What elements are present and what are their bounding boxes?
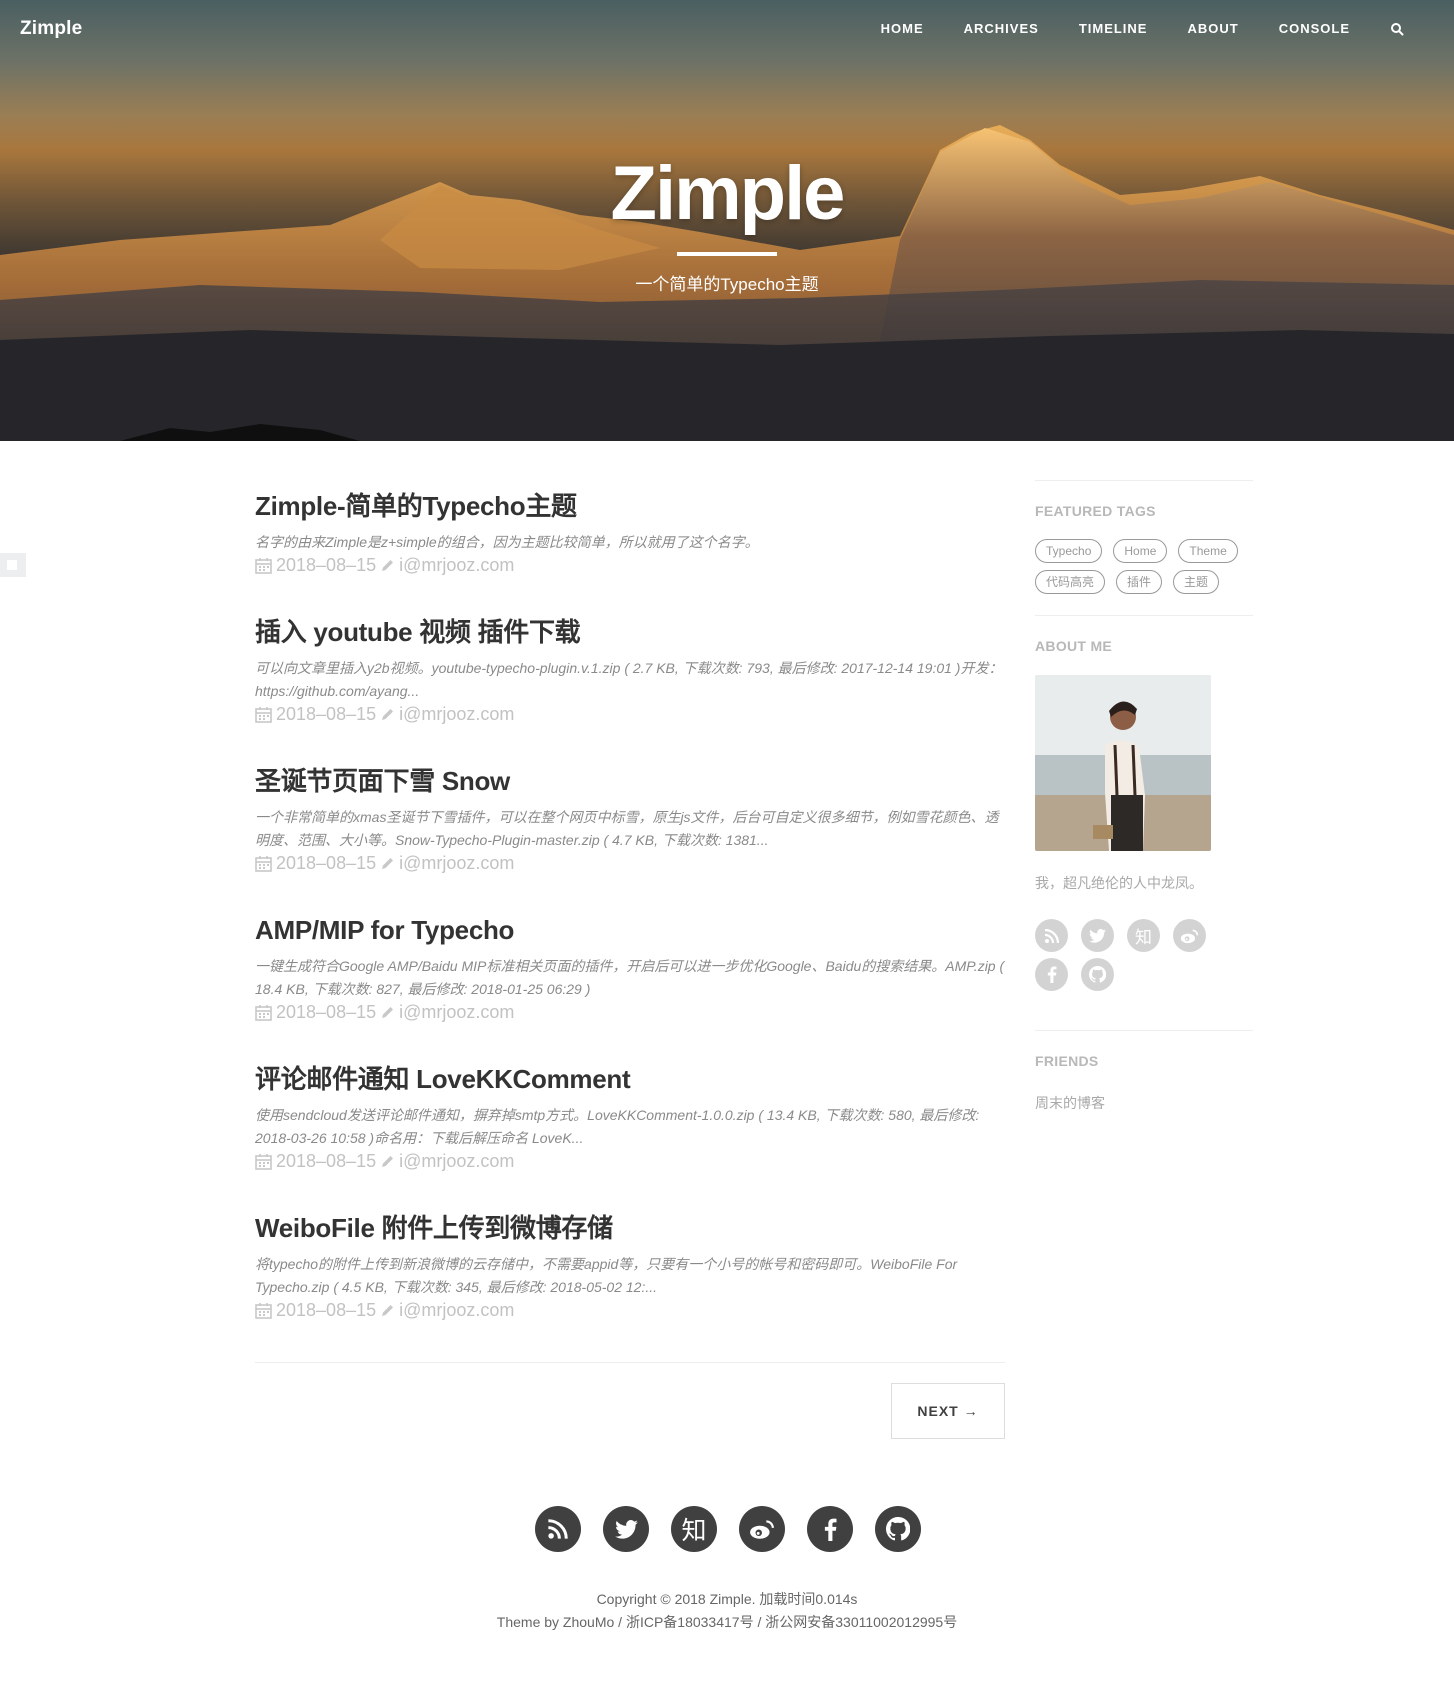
- featured-tags-heading: FEATURED TAGS: [1035, 503, 1156, 519]
- calendar-icon: [255, 1154, 272, 1170]
- facebook-icon[interactable]: [1035, 958, 1068, 991]
- pencil-icon: [382, 560, 394, 571]
- calendar-icon: [255, 1303, 272, 1319]
- post-meta: 2018–08–15 i@mrjooz.com: [255, 704, 1005, 725]
- rss-icon[interactable]: [535, 1506, 581, 1552]
- facebook-icon[interactable]: [807, 1506, 853, 1552]
- pencil-icon: [382, 1156, 394, 1167]
- calendar-icon: [255, 558, 272, 574]
- sidebar: FEATURED TAGS Typecho Home Theme 代码高亮 插件…: [1035, 480, 1253, 1113]
- about-avatar: [1035, 675, 1211, 851]
- post-meta: 2018–08–15 i@mrjooz.com: [255, 853, 1005, 874]
- post-date: 2018–08–15: [276, 1151, 377, 1171]
- post-author[interactable]: i@mrjooz.com: [399, 555, 514, 576]
- tag-home[interactable]: Home: [1113, 539, 1168, 563]
- tag-plugin[interactable]: 插件: [1116, 570, 1163, 594]
- post-item: 圣诞节页面下雪 Snow 一个非常简单的xmas圣诞节下雪插件，可以在整个网页中…: [255, 765, 1005, 874]
- sidebar-divider: [1035, 480, 1253, 481]
- nav-home[interactable]: HOME: [881, 21, 924, 36]
- calendar-icon: [255, 1005, 272, 1021]
- zhihu-icon[interactable]: 知: [1127, 919, 1160, 952]
- post-date: 2018–08–15: [276, 555, 377, 575]
- pencil-icon: [382, 858, 394, 869]
- list-divider: [255, 1362, 1005, 1363]
- tag-typecho[interactable]: Typecho: [1035, 539, 1103, 563]
- hero-title: Zimple: [610, 151, 846, 236]
- next-page-button[interactable]: NEXT →: [891, 1383, 1005, 1439]
- twitter-icon[interactable]: [1081, 919, 1114, 952]
- post-author[interactable]: i@mrjooz.com: [399, 1300, 514, 1321]
- post-item: WeiboFile 附件上传到微博存储 将typecho的附件上传到新浪微博的云…: [255, 1212, 1005, 1321]
- tag-code-highlight[interactable]: 代码高亮: [1035, 570, 1106, 594]
- post-date: 2018–08–15: [276, 1002, 377, 1022]
- post-excerpt: 一键生成符合Google AMP/Baidu MIP标准相关页面的插件，开启后可…: [255, 958, 1005, 997]
- weibo-icon[interactable]: [739, 1506, 785, 1552]
- post-date: 2018–08–15: [276, 704, 377, 724]
- tag-theme[interactable]: Theme: [1178, 539, 1238, 563]
- post-title[interactable]: AMP/MIP for Typecho: [255, 914, 1005, 946]
- footer-theme-line: Theme by ZhouMo / 浙ICP备18033417号 / 浙公网安备…: [496, 1614, 958, 1630]
- post-excerpt: 将typecho的附件上传到新浪微博的云存储中，不需要appid等，只要有一个小…: [255, 1256, 958, 1295]
- nav-timeline[interactable]: TIMELINE: [1079, 21, 1148, 36]
- post-item: AMP/MIP for Typecho 一键生成符合Google AMP/Bai…: [255, 914, 1005, 1023]
- zhihu-icon[interactable]: 知: [671, 1506, 717, 1552]
- post-item: 评论邮件通知 LoveKKComment 使用sendcloud发送评论邮件通知…: [255, 1063, 1005, 1172]
- post-title[interactable]: Zimple-简单的Typecho主题: [255, 490, 1005, 522]
- post-title[interactable]: 插入 youtube 视频 插件下载: [255, 616, 1005, 648]
- nav-about[interactable]: ABOUT: [1187, 21, 1238, 36]
- post-excerpt: 使用sendcloud发送评论邮件通知，摒弃掉smtp方式。LoveKKComm…: [255, 1107, 980, 1146]
- footer-social-icons: 知: [535, 1506, 943, 1552]
- calendar-icon: [255, 856, 272, 872]
- post-title[interactable]: 圣诞节页面下雪 Snow: [255, 765, 1005, 797]
- friend-link[interactable]: 周末的博客: [1035, 1093, 1253, 1113]
- post-item: 插入 youtube 视频 插件下载 可以向文章里插入y2b视频。youtube…: [255, 616, 1005, 725]
- nav-console[interactable]: CONSOLE: [1279, 21, 1350, 36]
- post-excerpt: 可以向文章里插入y2b视频。youtube-typecho-plugin.v.1…: [255, 660, 1003, 699]
- post-excerpt: 名字的由来Zimple是z+simple的组合，因为主题比较简单，所以就用了这个…: [255, 534, 759, 550]
- rss-icon[interactable]: [1035, 919, 1068, 952]
- post-author[interactable]: i@mrjooz.com: [399, 704, 514, 725]
- hero-header: Zimple HOME ARCHIVES TIMELINE ABOUT CONS…: [0, 0, 1454, 441]
- tag-theme-cn[interactable]: 主题: [1173, 570, 1220, 594]
- sidebar-social-icons: 知: [1035, 919, 1225, 997]
- post-meta: 2018–08–15 i@mrjooz.com: [255, 1151, 1005, 1172]
- sidebar-divider: [1035, 615, 1253, 616]
- post-meta: 2018–08–15 i@mrjooz.com: [255, 1300, 1005, 1321]
- about-text: 我，超凡绝伦的人中龙凤。: [1035, 875, 1203, 891]
- post-date: 2018–08–15: [276, 853, 377, 873]
- hero-divider: [677, 252, 777, 256]
- post-author[interactable]: i@mrjooz.com: [399, 853, 514, 874]
- twitter-icon[interactable]: [603, 1506, 649, 1552]
- post-date: 2018–08–15: [276, 1300, 377, 1320]
- calendar-icon: [255, 707, 272, 723]
- friends-heading: FRIENDS: [1035, 1053, 1099, 1069]
- post-item: Zimple-简单的Typecho主题 名字的由来Zimple是z+simple…: [255, 490, 1005, 576]
- post-author[interactable]: i@mrjooz.com: [399, 1002, 514, 1023]
- github-icon[interactable]: [1081, 958, 1114, 991]
- nav-archives[interactable]: ARCHIVES: [964, 21, 1039, 36]
- about-heading: ABOUT ME: [1035, 638, 1113, 654]
- pencil-icon: [382, 709, 394, 720]
- post-title[interactable]: 评论邮件通知 LoveKKComment: [255, 1063, 1005, 1095]
- post-title[interactable]: WeiboFile 附件上传到微博存储: [255, 1212, 1005, 1244]
- tag-list: Typecho Home Theme 代码高亮 插件 主题: [1035, 539, 1253, 601]
- search-icon[interactable]: [1390, 22, 1404, 36]
- post-author[interactable]: i@mrjooz.com: [399, 1151, 514, 1172]
- footer-copyright: Copyright © 2018 Zimple. 加载时间0.014s: [596, 1591, 858, 1607]
- hero-subtitle: 一个简单的Typecho主题: [635, 275, 819, 294]
- weibo-icon[interactable]: [1173, 919, 1206, 952]
- post-meta: 2018–08–15 i@mrjooz.com: [255, 555, 1005, 576]
- post-meta: 2018–08–15 i@mrjooz.com: [255, 1002, 1005, 1023]
- pencil-icon: [382, 1305, 394, 1316]
- brand-logo[interactable]: Zimple: [20, 18, 82, 40]
- sidebar-divider: [1035, 1030, 1253, 1031]
- side-toggle-tab[interactable]: [0, 553, 26, 577]
- pencil-icon: [382, 1007, 394, 1018]
- top-nav: HOME ARCHIVES TIMELINE ABOUT CONSOLE: [841, 21, 1404, 36]
- github-icon[interactable]: [875, 1506, 921, 1552]
- post-excerpt: 一个非常简单的xmas圣诞节下雪插件，可以在整个网页中标雪，原生js文件，后台可…: [255, 809, 999, 848]
